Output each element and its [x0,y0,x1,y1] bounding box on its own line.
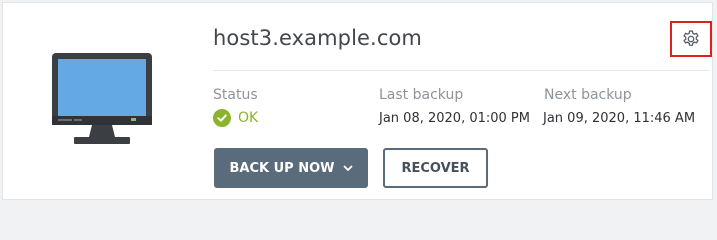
host-name: host3.example.com [213,26,422,50]
next-backup-value: Jan 09, 2020, 11:46 AM [543,111,696,126]
header-divider [213,70,709,71]
status-label: Status [213,87,258,103]
back-up-now-button[interactable]: BACK UP NOW [214,148,368,188]
chevron-down-icon [343,165,353,172]
settings-button[interactable] [670,21,712,57]
back-up-now-label: BACK UP NOW [229,160,335,176]
check-circle-icon [213,109,231,127]
status-indicator: OK [213,109,258,127]
recover-button[interactable]: RECOVER [383,148,488,188]
recover-label: RECOVER [401,160,470,176]
next-backup-label: Next backup [544,87,632,103]
monitor-icon [52,53,152,149]
gear-icon [683,30,699,46]
machine-card: host3.example.com Status OK Last backup … [2,2,713,200]
status-value: OK [238,110,259,126]
last-backup-label: Last backup [379,87,464,103]
last-backup-value: Jan 08, 2020, 01:00 PM [379,111,530,126]
